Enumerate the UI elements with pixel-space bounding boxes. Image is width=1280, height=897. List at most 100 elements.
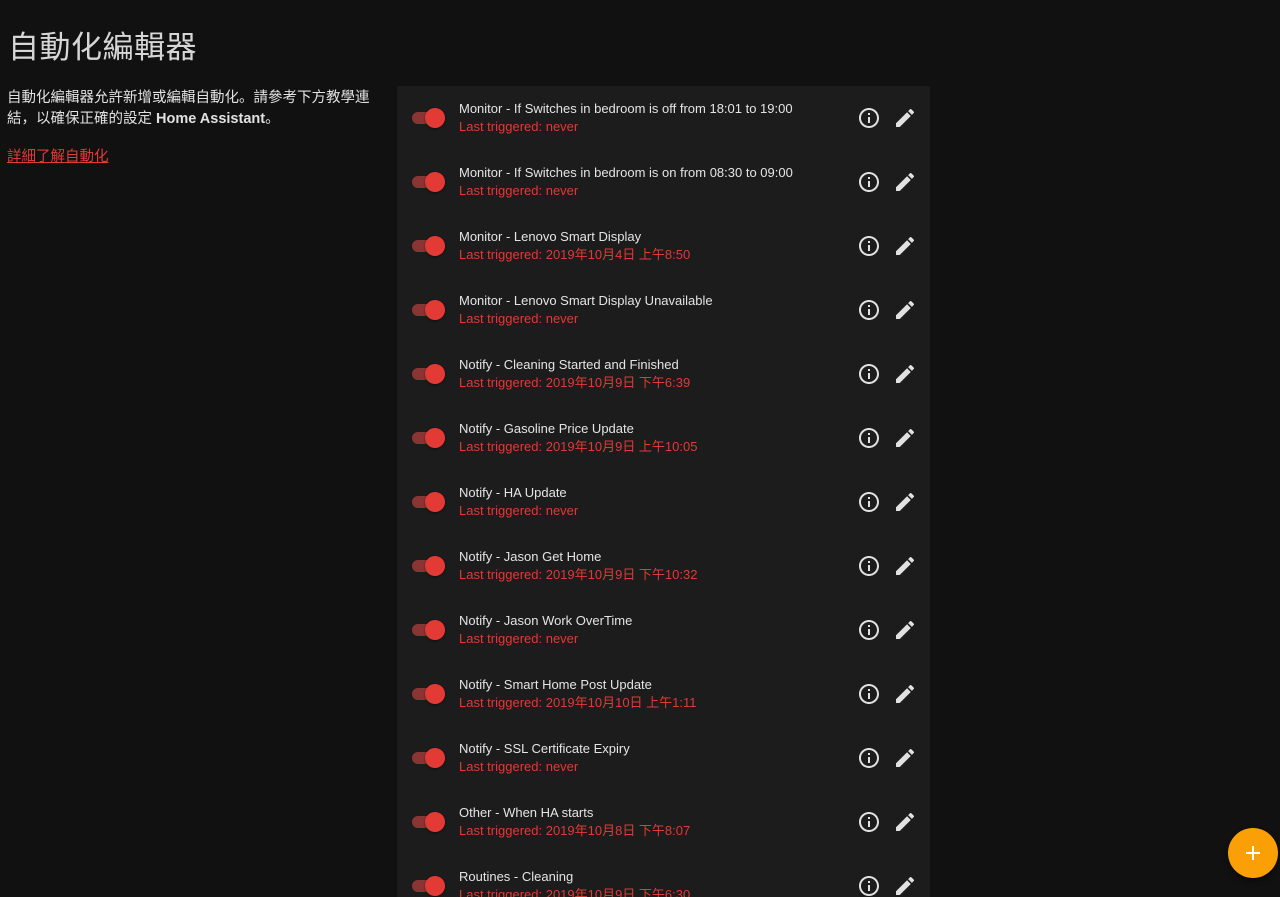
toggle-thumb [425,620,445,640]
info-button[interactable] [857,106,881,130]
info-button[interactable] [857,618,881,642]
info-circle-icon [859,620,879,640]
pencil-icon [896,748,915,767]
automation-enabled-toggle[interactable] [412,363,446,385]
automation-enabled-toggle[interactable] [412,683,446,705]
edit-button[interactable] [893,554,917,578]
pencil-icon [896,620,915,639]
automation-last-triggered: Last triggered: 2019年10月9日 下午6:30 [459,887,691,897]
automation-text: Other - When HA starts Last triggered: 20… [459,804,839,839]
edit-button[interactable] [893,618,917,642]
info-circle-icon [859,876,879,896]
info-circle-icon [859,684,879,704]
automation-text: Notify - Cleaning Started and Finished La… [459,356,839,391]
automation-text: Notify - Smart Home Post Update Last trig… [459,676,839,711]
pencil-icon [896,364,915,383]
pencil-icon [896,812,915,831]
automation-row: Notify - SSL Certificate Expiry Last trig… [397,726,930,790]
automation-last-triggered: Last triggered: never [459,759,579,774]
intro-suffix: 。 [265,110,280,127]
automation-last-triggered: Last triggered: 2019年10月4日 上午8:50 [459,247,691,262]
info-button[interactable] [857,746,881,770]
info-circle-icon [859,108,879,128]
automation-row: Notify - Cleaning Started and Finished La… [397,342,930,406]
automation-row: Monitor - If Switches in bedroom is on f… [397,150,930,214]
toggle-thumb [425,364,445,384]
info-button[interactable] [857,362,881,386]
automation-name: Notify - Jason Get Home [459,549,602,564]
automation-enabled-toggle[interactable] [412,619,446,641]
edit-button[interactable] [893,106,917,130]
automation-enabled-toggle[interactable] [412,747,446,769]
info-button[interactable] [857,426,881,450]
toggle-thumb [425,748,445,768]
automation-row: Notify - Jason Work OverTime Last trigger… [397,598,930,662]
automation-enabled-toggle[interactable] [412,555,446,577]
info-button[interactable] [857,874,881,897]
edit-button[interactable] [893,170,917,194]
automation-name: Notify - HA Update [459,485,567,500]
edit-button[interactable] [893,682,917,706]
plus-icon [1246,846,1260,860]
automation-name: Monitor - If Switches in bedroom is on f… [459,165,793,180]
automation-text: Notify - Jason Get Home Last triggered: 2… [459,548,839,583]
info-circle-icon [859,428,879,448]
automation-last-triggered: Last triggered: 2019年10月8日 下午8:07 [459,823,691,838]
info-circle-icon [859,556,879,576]
toggle-thumb [425,876,445,896]
automation-text: Routines - Cleaning Last triggered: 2019年… [459,868,839,897]
automation-name: Other - When HA starts [459,805,594,820]
pencil-icon [896,684,915,703]
info-circle-icon [859,300,879,320]
automation-name: Notify - Jason Work OverTime [459,613,633,628]
edit-button[interactable] [893,810,917,834]
edit-button[interactable] [893,490,917,514]
add-automation-button[interactable] [1228,828,1278,878]
automation-row: Monitor - Lenovo Smart Display Unavailab… [397,278,930,342]
toggle-thumb [425,300,445,320]
toggle-thumb [425,236,445,256]
automation-name: Monitor - Lenovo Smart Display [459,229,642,244]
edit-button[interactable] [893,362,917,386]
automation-last-triggered: Last triggered: never [459,183,579,198]
info-button[interactable] [857,682,881,706]
automation-text: Monitor - Lenovo Smart Display Last trigg… [459,228,839,263]
learn-more-link[interactable]: 詳細了解自動化 [7,145,109,166]
edit-button[interactable] [893,298,917,322]
automation-row: Monitor - Lenovo Smart Display Last trigg… [397,214,930,278]
automation-name: Routines - Cleaning [459,869,574,884]
automation-last-triggered: Last triggered: never [459,119,579,134]
info-button[interactable] [857,298,881,322]
edit-button[interactable] [893,874,917,897]
info-button[interactable] [857,810,881,834]
intro-brand: Home Assistant [156,110,266,127]
automation-last-triggered: Last triggered: never [459,631,579,646]
automation-enabled-toggle[interactable] [412,491,446,513]
automation-enabled-toggle[interactable] [412,299,446,321]
edit-button[interactable] [893,426,917,450]
automation-enabled-toggle[interactable] [412,811,446,833]
automation-enabled-toggle[interactable] [412,107,446,129]
automation-name: Notify - Gasoline Price Update [459,421,634,436]
info-button[interactable] [857,234,881,258]
automation-last-triggered: Last triggered: never [459,503,579,518]
edit-button[interactable] [893,234,917,258]
automation-text: Notify - SSL Certificate Expiry Last trig… [459,740,839,775]
info-button[interactable] [857,490,881,514]
info-button[interactable] [857,554,881,578]
automation-name: Monitor - If Switches in bedroom is off … [459,101,793,116]
automation-enabled-toggle[interactable] [412,427,446,449]
automation-name: Notify - Smart Home Post Update [459,677,652,692]
pencil-icon [896,108,915,127]
edit-button[interactable] [893,746,917,770]
automation-enabled-toggle[interactable] [412,875,446,897]
automation-enabled-toggle[interactable] [412,235,446,257]
info-button[interactable] [857,170,881,194]
toggle-thumb [425,812,445,832]
automation-list-card: Monitor - If Switches in bedroom is off … [397,86,930,897]
automation-name: Monitor - Lenovo Smart Display Unavailab… [459,293,713,308]
automation-text: Monitor - Lenovo Smart Display Unavailab… [459,292,839,327]
automation-enabled-toggle[interactable] [412,171,446,193]
toggle-thumb [425,108,445,128]
automation-last-triggered: Last triggered: never [459,311,579,326]
